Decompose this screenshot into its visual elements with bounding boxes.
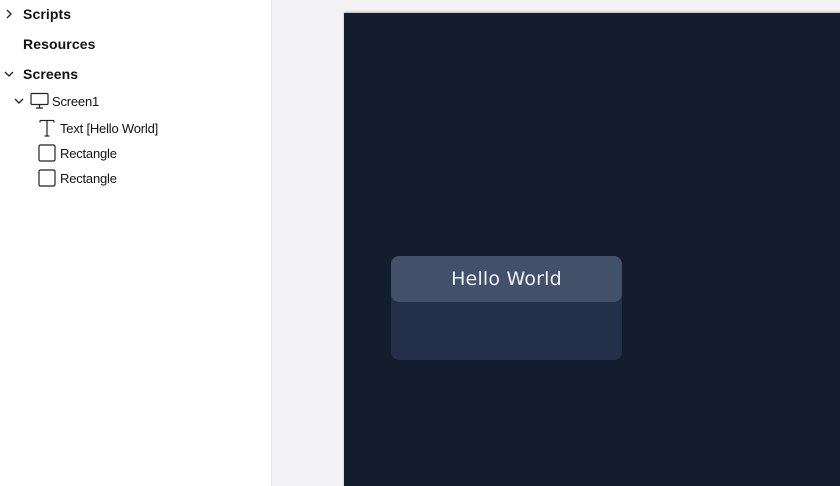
tree-node-scripts[interactable]: Scripts — [0, 3, 272, 25]
tree-node-screens-label: Screens — [23, 66, 79, 82]
text-hello-world[interactable]: Hello World — [451, 268, 562, 290]
screen1-canvas[interactable]: Hello World — [344, 13, 840, 486]
tree-node-rectangle[interactable]: Rectangle — [0, 167, 272, 189]
rectangle-element[interactable]: Hello World — [391, 256, 622, 302]
tree-node-screen1-label: Screen1 — [52, 93, 100, 109]
tree-node-scripts-label: Scripts — [23, 6, 72, 22]
tree-node-text-label: Text [Hello World] — [60, 120, 159, 136]
tree-node-rectangle-label: Rectangle — [60, 170, 117, 186]
tree-node-text[interactable]: Text [Hello World] — [0, 117, 272, 139]
app-window: Scripts Resources Screens Screen1 Text [… — [0, 0, 840, 486]
tree-node-resources[interactable]: Resources — [0, 33, 272, 55]
chevron-down-icon[interactable] — [3, 68, 15, 80]
tree-node-resources-label: Resources — [23, 36, 96, 52]
outline-panel: Scripts Resources Screens Screen1 Text [… — [0, 0, 272, 486]
chevron-down-icon[interactable] — [13, 95, 25, 107]
text-icon — [38, 118, 56, 138]
rectangle-icon — [38, 144, 56, 162]
rectangle-icon — [38, 169, 56, 187]
tree-node-rectangle-label: Rectangle — [60, 145, 117, 161]
design-workspace[interactable]: Hello World — [273, 0, 840, 486]
tree-node-screens[interactable]: Screens — [0, 63, 272, 85]
tree-node-rectangle[interactable]: Rectangle — [0, 142, 272, 164]
tree-node-screen1[interactable]: Screen1 — [0, 90, 272, 112]
monitor-icon — [30, 92, 49, 110]
chevron-right-icon[interactable] — [3, 8, 15, 20]
